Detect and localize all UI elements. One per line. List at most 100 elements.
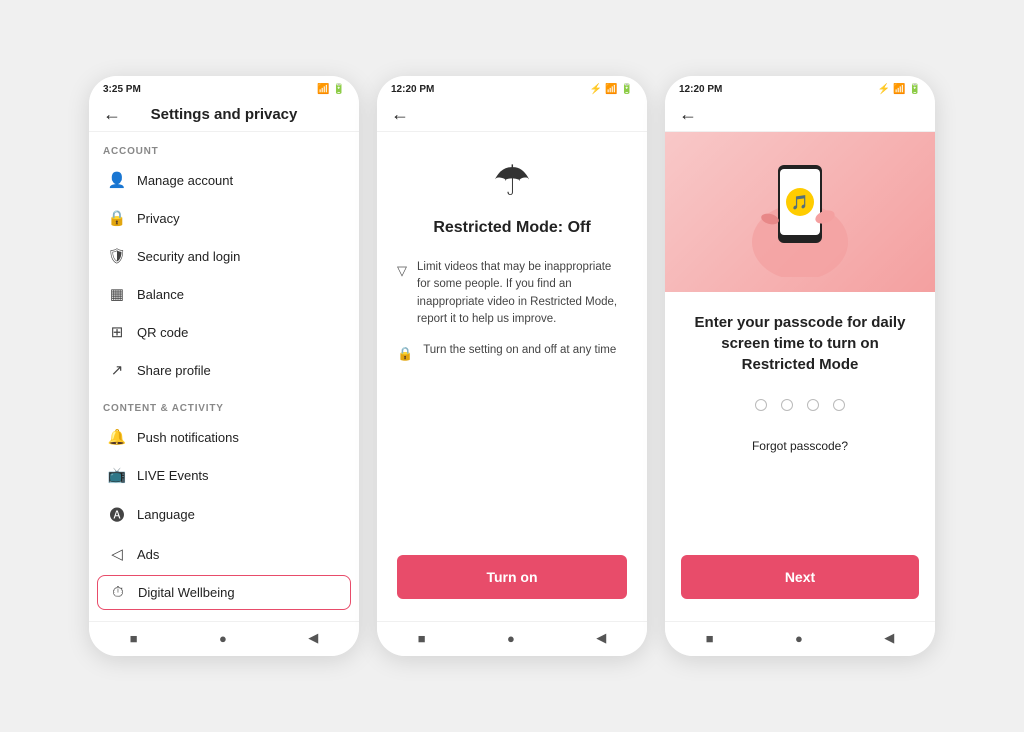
- live-label: LIVE Events: [137, 468, 209, 483]
- settings-content: ACCOUNT 👤 Manage account 🔒 Privacy 🛡 Sec…: [89, 132, 359, 621]
- circle-button-3[interactable]: ●: [795, 631, 803, 646]
- passcode-dot-2: [781, 399, 793, 411]
- restricted-list-item-1: ▽ Limit videos that may be inappropriate…: [397, 259, 627, 328]
- signal-icon-2: 📶: [605, 84, 617, 95]
- battery-icon-3: 🔋: [909, 84, 921, 95]
- passcode-illustration: 🎵: [665, 132, 935, 292]
- settings-item-push[interactable]: 🔔 Push notifications: [93, 418, 355, 456]
- restricted-content: ☂ Restricted Mode: Off ▽ Limit videos th…: [377, 132, 647, 621]
- passcode-dot-4: [833, 399, 845, 411]
- settings-item-share[interactable]: ↗ Share profile: [93, 351, 355, 389]
- restricted-list-item-2: 🔒 Turn the setting on and off at any tim…: [397, 342, 627, 364]
- lock-icon: 🔒: [397, 344, 413, 364]
- forgot-passcode-link[interactable]: Forgot passcode?: [752, 439, 848, 453]
- status-icons-3: ⚡ 📶 🔋: [878, 84, 921, 95]
- push-icon: 🔔: [107, 428, 127, 446]
- settings-item-ads[interactable]: ◁ Ads: [93, 535, 355, 573]
- back-button-2[interactable]: ←: [391, 104, 413, 125]
- passcode-main: Enter your passcode for daily screen tim…: [665, 292, 935, 555]
- phones-container: 3:25 PM 📶 🔋 ← Settings and privacy ACCOU…: [69, 56, 955, 676]
- passcode-dot-3: [807, 399, 819, 411]
- passcode-dots: [755, 399, 845, 411]
- circle-button-2[interactable]: ●: [507, 631, 515, 646]
- settings-item-live[interactable]: 📺 LIVE Events: [93, 456, 355, 494]
- phone-settings: 3:25 PM 📶 🔋 ← Settings and privacy ACCOU…: [89, 76, 359, 656]
- square-button-3[interactable]: ■: [706, 631, 714, 646]
- restricted-text-1: Limit videos that may be inappropriate f…: [417, 259, 627, 328]
- settings-item-balance[interactable]: ▦ Balance: [93, 275, 355, 313]
- wellbeing-icon: ⏱: [108, 584, 128, 601]
- settings-item-family[interactable]: ⊙ Family Pairing: [93, 612, 355, 621]
- time-3: 12:20 PM: [679, 84, 722, 95]
- phone-restricted-mode: 12:20 PM ⚡ 📶 🔋 ← ☂ Restricted Mode: Off …: [377, 76, 647, 656]
- settings-item-language[interactable]: 🅐 Language: [93, 494, 355, 535]
- passcode-title: Enter your passcode for daily screen tim…: [683, 312, 917, 375]
- svg-text:🎵: 🎵: [791, 194, 808, 210]
- share-icon: ↗: [107, 361, 127, 379]
- turn-on-button[interactable]: Turn on: [397, 555, 627, 599]
- nav-bar-1: ← Settings and privacy: [89, 98, 359, 132]
- language-label: Language: [137, 507, 195, 522]
- bottom-bar-3: ■ ● ◀: [665, 621, 935, 656]
- signal-icon: 📶: [317, 84, 329, 95]
- circle-button-1[interactable]: ●: [219, 631, 227, 646]
- hand-phone-svg: 🎵: [750, 147, 850, 277]
- settings-item-digital-wellbeing[interactable]: ⏱ Digital Wellbeing: [97, 575, 351, 610]
- privacy-icon: 🔒: [107, 209, 127, 227]
- time-2: 12:20 PM: [391, 84, 434, 95]
- account-section-label: ACCOUNT: [89, 132, 359, 161]
- restricted-mode-title: Restricted Mode: Off: [433, 219, 590, 237]
- status-bar-2: 12:20 PM ⚡ 📶 🔋: [377, 76, 647, 98]
- umbrella-icon: ☂: [493, 156, 531, 205]
- settings-item-security[interactable]: 🛡 Security and login: [93, 237, 355, 275]
- wellbeing-label: Digital Wellbeing: [138, 585, 235, 600]
- back-button-1[interactable]: ←: [103, 104, 125, 125]
- qr-label: QR code: [137, 325, 188, 340]
- status-bar-1: 3:25 PM 📶 🔋: [89, 76, 359, 98]
- bluetooth-icon-3: ⚡: [878, 84, 890, 95]
- signal-icon-3: 📶: [893, 84, 905, 95]
- back-button-nav-2[interactable]: ◀: [596, 630, 606, 646]
- settings-item-qr[interactable]: ⊞ QR code: [93, 313, 355, 351]
- live-icon: 📺: [107, 466, 127, 484]
- share-label: Share profile: [137, 363, 211, 378]
- bluetooth-icon: ⚡: [590, 84, 602, 95]
- bottom-bar-1: ■ ● ◀: [89, 621, 359, 656]
- settings-item-manage-account[interactable]: 👤 Manage account: [93, 161, 355, 199]
- security-label: Security and login: [137, 249, 240, 264]
- phone-passcode: 12:20 PM ⚡ 📶 🔋 ← 🎵: [665, 76, 935, 656]
- bottom-bar-2: ■ ● ◀: [377, 621, 647, 656]
- manage-account-label: Manage account: [137, 173, 233, 188]
- status-bar-3: 12:20 PM ⚡ 📶 🔋: [665, 76, 935, 98]
- page-title-1: Settings and privacy: [125, 106, 323, 123]
- ads-label: Ads: [137, 547, 159, 562]
- passcode-dot-1: [755, 399, 767, 411]
- language-icon: 🅐: [107, 504, 127, 525]
- security-icon: 🛡: [107, 247, 127, 265]
- next-button[interactable]: Next: [681, 555, 919, 599]
- ads-icon: ◁: [107, 545, 127, 563]
- square-button-2[interactable]: ■: [418, 631, 426, 646]
- qr-icon: ⊞: [107, 323, 127, 341]
- battery-icon: 🔋: [333, 84, 345, 95]
- nav-bar-3: ←: [665, 98, 935, 132]
- status-icons-1: 📶 🔋: [317, 84, 345, 95]
- battery-icon-2: 🔋: [621, 84, 633, 95]
- filter-icon: ▽: [397, 261, 407, 281]
- balance-label: Balance: [137, 287, 184, 302]
- back-button-3[interactable]: ←: [679, 104, 701, 125]
- privacy-label: Privacy: [137, 211, 180, 226]
- back-button-nav-3[interactable]: ◀: [884, 630, 894, 646]
- push-label: Push notifications: [137, 430, 239, 445]
- content-section-label: CONTENT & ACTIVITY: [89, 389, 359, 418]
- passcode-content: 🎵 Enter your passcode for daily screen t…: [665, 132, 935, 621]
- back-button-nav-1[interactable]: ◀: [308, 630, 318, 646]
- balance-icon: ▦: [107, 285, 127, 303]
- time-1: 3:25 PM: [103, 84, 141, 95]
- square-button-1[interactable]: ■: [130, 631, 138, 646]
- status-icons-2: ⚡ 📶 🔋: [590, 84, 633, 95]
- settings-item-privacy[interactable]: 🔒 Privacy: [93, 199, 355, 237]
- nav-bar-2: ←: [377, 98, 647, 132]
- restricted-text-2: Turn the setting on and off at any time: [423, 342, 616, 359]
- restricted-list: ▽ Limit videos that may be inappropriate…: [397, 259, 627, 364]
